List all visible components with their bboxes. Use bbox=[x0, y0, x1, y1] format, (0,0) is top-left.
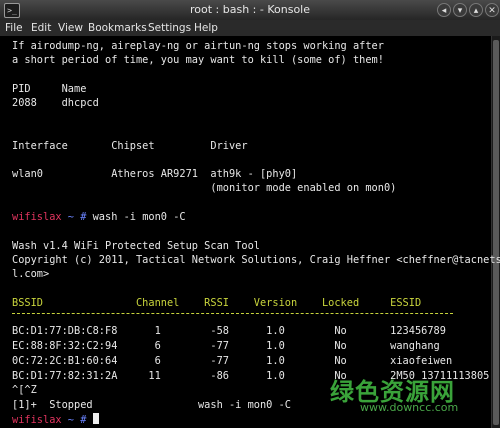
menu-bar: File Edit View Bookmarks Settings Help bbox=[0, 20, 500, 36]
prompt-host: wifislax bbox=[12, 211, 62, 223]
warning-line-1: If airodump-ng, aireplay-ng or airtun-ng… bbox=[12, 40, 384, 52]
prompt-separator: ~ # bbox=[61, 211, 93, 223]
watermark: 绿色资源网 www.downcc.com bbox=[330, 372, 458, 414]
prompt-host: wifislax bbox=[12, 414, 62, 426]
warning-line-2: a short period of time, you may want to … bbox=[12, 54, 384, 66]
minimize-button[interactable]: ▾ bbox=[453, 3, 467, 17]
scrollbar-thumb[interactable] bbox=[493, 40, 499, 425]
prompt-separator: ~ # bbox=[61, 414, 93, 426]
table-header: BSSID Channel RSSI Version Locked ESSID bbox=[12, 297, 422, 309]
monitor-mode-note: (monitor mode enabled on mon0) bbox=[12, 182, 397, 194]
command-line: wifislax ~ # wash -i mon0 -C bbox=[12, 211, 186, 223]
maximize-button[interactable]: ▴ bbox=[469, 3, 483, 17]
active-prompt: wifislax ~ # bbox=[12, 413, 99, 426]
interface-row: wlan0 Atheros AR9271 ath9k - [phy0] bbox=[12, 168, 298, 180]
table-row: BC:D1:77:DB:C8:F8 1 -58 1.0 No 123456789 bbox=[12, 325, 446, 337]
stopped-job-line: [1]+ Stopped wash -i mon0 -C bbox=[12, 399, 291, 411]
menu-settings[interactable]: Settings bbox=[148, 22, 191, 34]
window-title: root : bash : - Konsole bbox=[190, 3, 310, 16]
title-bar: >_ root : bash : - Konsole ◂ ▾ ▴ ✕ bbox=[0, 0, 500, 20]
table-row: 0C:72:2C:B1:60:64 6 -77 1.0 No xiaofeiwe… bbox=[12, 355, 453, 367]
watermark-url: www.downcc.com bbox=[360, 401, 459, 414]
pid-header: PID Name bbox=[12, 83, 87, 95]
close-button[interactable]: ✕ bbox=[485, 3, 499, 17]
command-text: wash -i mon0 -C bbox=[92, 211, 186, 223]
ctrl-z-echo: ^[^Z bbox=[12, 384, 37, 396]
menu-bookmarks[interactable]: Bookmarks bbox=[88, 22, 147, 34]
window-menu-button[interactable]: ◂ bbox=[437, 3, 451, 17]
menu-view[interactable]: View bbox=[58, 22, 83, 34]
copyright-line-1: Copyright (c) 2011, Tactical Network Sol… bbox=[12, 254, 500, 266]
copyright-line-2: l.com> bbox=[12, 268, 50, 280]
menu-edit[interactable]: Edit bbox=[31, 22, 51, 34]
pid-row: 2088 dhcpcd bbox=[12, 97, 99, 109]
menu-file[interactable]: File bbox=[5, 22, 23, 34]
wash-title: Wash v1.4 WiFi Protected Setup Scan Tool bbox=[12, 240, 260, 252]
text-cursor bbox=[92, 413, 99, 424]
table-row: EC:88:8F:32:C2:94 6 -77 1.0 No wanghang bbox=[12, 340, 440, 352]
interface-header: Interface Chipset Driver bbox=[12, 140, 248, 152]
menu-help[interactable]: Help bbox=[194, 22, 218, 34]
table-separator bbox=[12, 313, 453, 314]
